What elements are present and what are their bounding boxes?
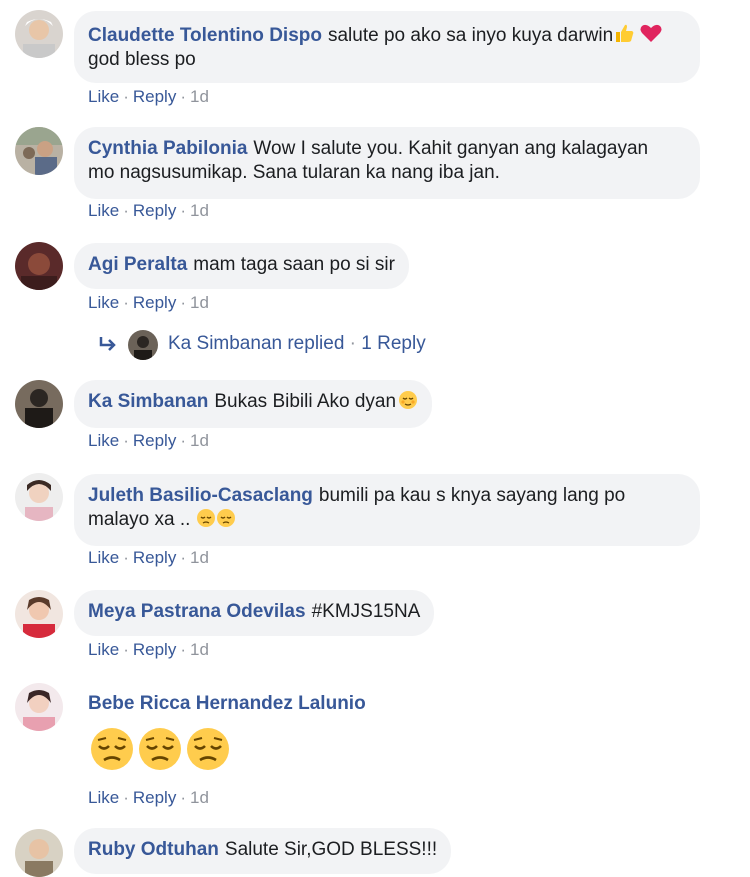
comment-actions: Like · Reply · 1d [88,293,209,312]
pensive-face-icon [89,726,135,772]
comment-bubble: Ruby Odtuhan Salute Sir,GOD BLESS!!! [74,828,452,874]
reply-link[interactable]: Reply [133,431,176,450]
comment-text: bumili pa kau s knya sayang lang po [318,485,626,506]
avatar[interactable] [15,683,63,731]
comment-text: mam taga saan po si sir [193,254,395,275]
comment-bubble: Claudette Tolentino Dispo salute po ako s… [74,11,700,83]
comment-bubble: Ka Simbanan Bukas Bibili Ako dyan [74,380,433,428]
timestamp[interactable]: 1d [190,87,209,106]
like-link[interactable]: Like [88,87,119,106]
avatar[interactable] [15,10,63,58]
comment-author[interactable]: Juleth Basilio-Casaclang [88,485,313,506]
reply-link[interactable]: Reply [133,640,176,659]
avatar [128,330,158,360]
reply-arrow-icon [98,334,118,354]
comment-bubble: Agi Peralta mam taga saan po si sir [74,243,409,289]
comment-author[interactable]: Agi Peralta [88,254,187,275]
thumbs-up-icon [613,22,635,44]
comment-text-line2: god bless po [88,49,196,70]
avatar[interactable] [15,380,63,428]
timestamp[interactable]: 1d [190,431,209,450]
comment-bubble: Meya Pastrana Odevilas #KMJS15NA [74,590,435,636]
comment-text: #KMJS15NA [311,601,421,622]
timestamp[interactable]: 1d [190,640,209,659]
timestamp[interactable]: 1d [190,293,209,312]
comment-actions: Like · Reply · 1d [88,431,209,450]
replies-count[interactable]: 1 Reply [361,333,425,354]
reply-link[interactable]: Reply [133,548,176,567]
comment-bubble: Cynthia Pabilonia Wow I salute you. Kahit… [74,127,700,199]
heart-icon [639,21,663,45]
comment-actions: Like · Reply · 1d [88,201,209,220]
comment-author[interactable]: Ka Simbanan [88,391,208,412]
like-link[interactable]: Like [88,640,119,659]
pensive-face-icon [185,726,231,772]
comment-text: Wow I salute you. Kahit ganyan ang kalag… [253,138,649,159]
comment-text: Salute Sir,GOD BLESS!!! [224,839,438,860]
comment-text-line2: malayo xa .. [88,509,191,530]
avatar[interactable] [15,127,63,175]
reply-link[interactable]: Reply [133,201,176,220]
comment-text: Bukas Bibili Ako dyan [214,391,397,412]
like-link[interactable]: Like [88,788,119,807]
reply-link[interactable]: Reply [133,788,176,807]
like-link[interactable]: Like [88,293,119,312]
comment-author[interactable]: Ruby Odtuhan [88,839,219,860]
comment-actions: Like · Reply · 1d [88,640,209,659]
comment-author[interactable]: Claudette Tolentino Dispo [88,25,322,46]
relieved-face-icon [398,390,418,410]
comment-bubble: Juleth Basilio-Casaclang bumili pa kau s … [74,474,700,546]
replies-separator: · [349,333,356,354]
comment-author[interactable]: Meya Pastrana Odevilas [88,601,306,622]
comment-content: Bebe Ricca Hernandez Lalunio [88,693,372,715]
comment-actions: Like · Reply · 1d [88,788,209,807]
avatar[interactable] [15,590,63,638]
pensive-face-icon [196,508,216,528]
pensive-face-icon [137,726,183,772]
timestamp[interactable]: 1d [190,201,209,220]
replies-author[interactable]: Ka Simbanan replied [168,333,344,354]
avatar[interactable] [15,829,63,877]
comment-text: salute po ako sa inyo kuya darwin [327,25,614,46]
comment-actions: Like · Reply · 1d [88,87,209,106]
timestamp[interactable]: 1d [190,788,209,807]
emoji-row [89,726,233,777]
like-link[interactable]: Like [88,431,119,450]
comment-text-line2: mo nagsusumikap. Sana tularan ka nang ib… [88,162,500,183]
like-link[interactable]: Like [88,548,119,567]
avatar[interactable] [15,242,63,290]
timestamp[interactable]: 1d [190,548,209,567]
comment-author[interactable]: Cynthia Pabilonia [88,138,247,159]
comment-actions: Like · Reply · 1d [88,548,209,567]
reply-link[interactable]: Reply [133,293,176,312]
reply-link[interactable]: Reply [133,87,176,106]
comment-author[interactable]: Bebe Ricca Hernandez Lalunio [88,693,366,714]
pensive-face-icon [216,508,236,528]
avatar[interactable] [15,473,63,521]
like-link[interactable]: Like [88,201,119,220]
